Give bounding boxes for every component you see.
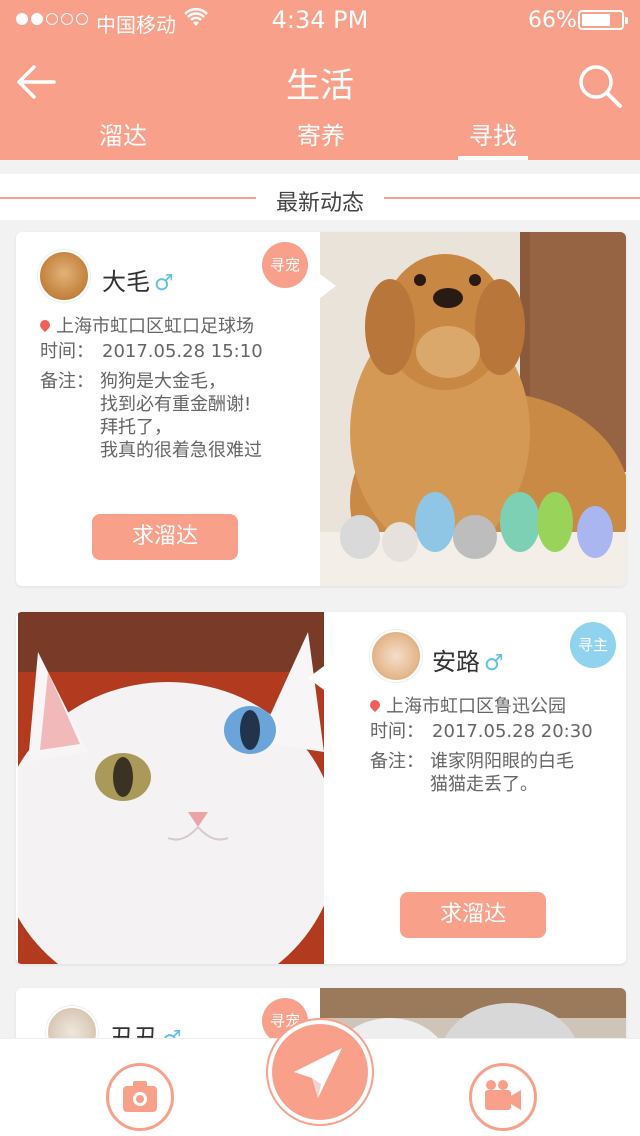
status-badge: 寻宠 [262,242,308,288]
pet-name-row: 大毛 ♂ [102,262,174,297]
note-text: 狗狗是大金毛， 找到必有重金酬谢! 拜托了， 我真的很着急很难过 [100,370,262,462]
pet-name: 安路 [432,648,480,676]
note-label: 备注： [40,371,94,392]
card-pointer [320,274,336,298]
location-text: 上海市虹口区鲁迅公园 [386,696,566,717]
note-line: 谁家阴阳眼的白毛 [430,751,574,772]
location-row: 上海市虹口区鲁迅公园 [367,692,566,718]
search-button[interactable] [576,62,624,110]
divider-right [384,197,640,199]
status-bar: 中国移动 4:34 PM 66% [0,0,640,40]
time-label: 时间： [370,721,424,742]
video-button[interactable] [469,1063,537,1131]
note-line: 狗狗是大金毛， [100,371,226,392]
section-title: 最新动态 [275,191,364,216]
battery-icon [578,10,628,30]
location-row: 上海市虹口区虹口足球场 [37,312,254,338]
male-icon: ♂ [484,651,504,676]
note-line: 找到必有重金酬谢! [100,394,252,415]
tab-jiyang[interactable]: 寄养 [282,116,360,160]
arrow-left-icon [17,65,56,99]
video-camera-icon [485,1080,521,1110]
note-row: 备注： [40,370,102,394]
note-text: 谁家阴阳眼的白毛 猫猫走丢了。 [430,750,574,796]
camera-button[interactable] [106,1063,174,1131]
note-line: 我真的很着急很难过 [100,440,262,461]
card-pointer [308,666,324,690]
camera-icon [123,1081,157,1112]
tab-xunzhao[interactable]: 寻找 [458,116,528,160]
avatar[interactable] [38,250,90,302]
time-row: 时间： 2017.05.28 15:10 [40,340,263,364]
time-label: 时间： [40,341,94,362]
app-header: 中国移动 4:34 PM 66% 生活 溜达 寄养 寻找 [0,0,640,160]
note-line: 拜托了， [100,417,172,438]
post-card[interactable]: 大毛 ♂ 寻宠 上海市虹口区虹口足球场 时间： 2017.05.28 15:10 备… [16,232,626,586]
battery-percent: 66% [528,8,577,33]
walk-request-button[interactable]: 求溜达 [400,892,546,938]
back-button[interactable] [14,62,58,102]
male-icon: ♂ [154,271,174,296]
paper-plane-icon [294,1048,342,1098]
search-icon [579,65,622,108]
dog-photo [320,232,626,586]
post-card[interactable]: 安路 ♂ 寻主 上海市虹口区鲁迅公园 时间： 2017.05.28 20:30 备注… [16,612,626,964]
avatar[interactable] [370,630,422,682]
page-title: 生活 [286,66,354,106]
tab-liuda[interactable]: 溜达 [88,116,158,160]
section-header: 最新动态 [0,174,640,220]
time-value: 2017.05.28 20:30 [432,721,593,742]
pet-name-row: 安路 ♂ [432,642,504,677]
location-pin-icon [37,317,53,333]
time-value: 2017.05.28 15:10 [102,341,263,362]
note-row: 备注： [370,750,432,774]
note-line: 猫猫走丢了。 [430,774,538,795]
status-badge: 寻主 [570,622,616,668]
pet-name: 大毛 [102,268,150,296]
note-label: 备注： [370,751,424,772]
location-text: 上海市虹口区虹口足球场 [56,316,254,337]
walk-request-button[interactable]: 求溜达 [92,514,238,560]
time-row: 时间： 2017.05.28 20:30 [370,720,593,744]
cat-photo [16,612,338,964]
location-pin-icon [367,697,383,713]
publish-button[interactable] [268,1020,372,1124]
